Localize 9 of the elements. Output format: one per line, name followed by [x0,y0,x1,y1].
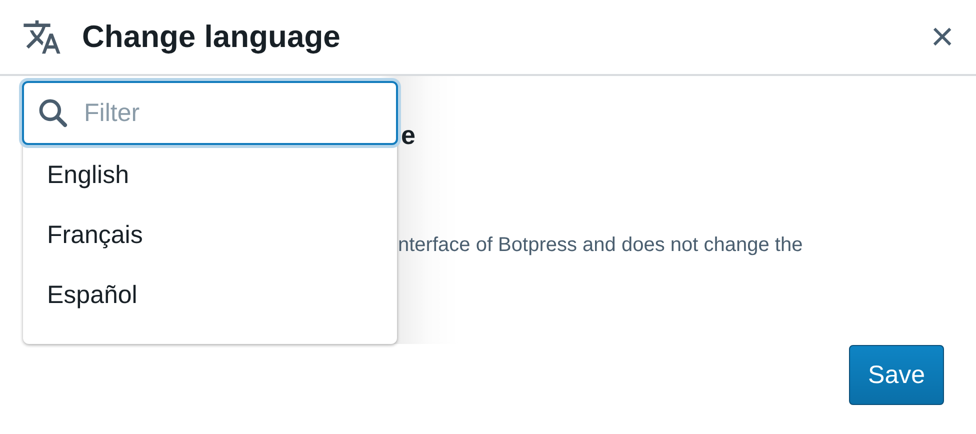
language-option[interactable]: Français [23,205,397,265]
filter-field[interactable]: Filter [22,81,398,145]
dialog-title: Change language [82,19,342,55]
close-button[interactable]: × [930,17,954,57]
heading-fragment: e [401,120,416,151]
language-option[interactable]: English [23,145,397,205]
description-text: nterface of Botpress and does not change the [398,234,803,257]
language-option[interactable]: Español [23,265,397,325]
save-button[interactable]: Save [849,345,944,405]
